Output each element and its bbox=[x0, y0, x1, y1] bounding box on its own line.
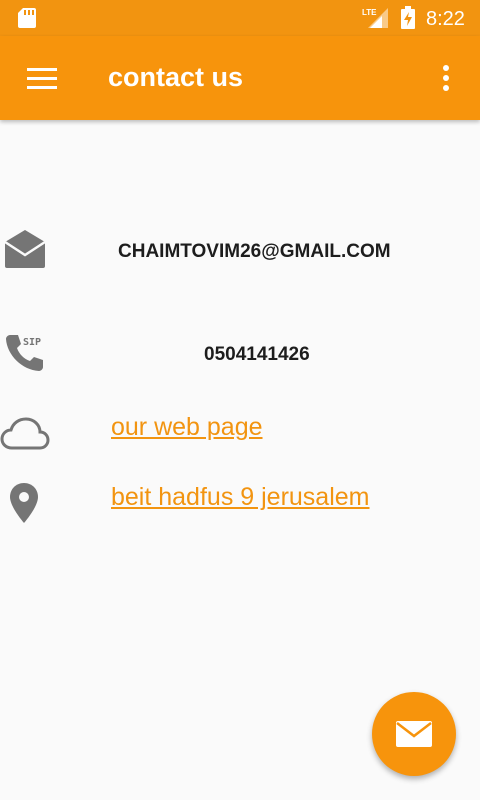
address-link[interactable]: beit hadfus 9 jerusalem bbox=[111, 483, 369, 512]
mail-icon bbox=[396, 721, 432, 747]
menu-icon bbox=[27, 68, 57, 89]
phone-text[interactable]: 0504141426 bbox=[204, 344, 310, 366]
envelope-open-icon bbox=[4, 230, 46, 268]
email-text[interactable]: CHAIMTOVIM26@GMAIL.COM bbox=[118, 241, 391, 263]
send-email-fab[interactable] bbox=[372, 692, 456, 776]
cloud-icon bbox=[0, 417, 50, 450]
status-clock: 8:22 bbox=[426, 8, 465, 30]
page-title: contact us bbox=[108, 62, 244, 92]
sip-phone-icon: SIP bbox=[6, 335, 43, 371]
overflow-menu-button[interactable] bbox=[426, 56, 466, 100]
lte-signal-icon: LTE bbox=[362, 8, 388, 28]
sd-card-icon bbox=[18, 8, 36, 28]
location-pin-icon bbox=[10, 483, 38, 523]
web-page-link[interactable]: our web page bbox=[111, 413, 263, 442]
status-bar: LTE 8:22 bbox=[0, 0, 480, 36]
app-bar: contact us bbox=[0, 36, 480, 120]
overflow-menu-icon bbox=[443, 65, 449, 91]
svg-text:SIP: SIP bbox=[23, 337, 41, 348]
svg-text:LTE: LTE bbox=[362, 8, 377, 17]
menu-button[interactable] bbox=[14, 56, 70, 100]
battery-charging-icon bbox=[401, 6, 415, 29]
